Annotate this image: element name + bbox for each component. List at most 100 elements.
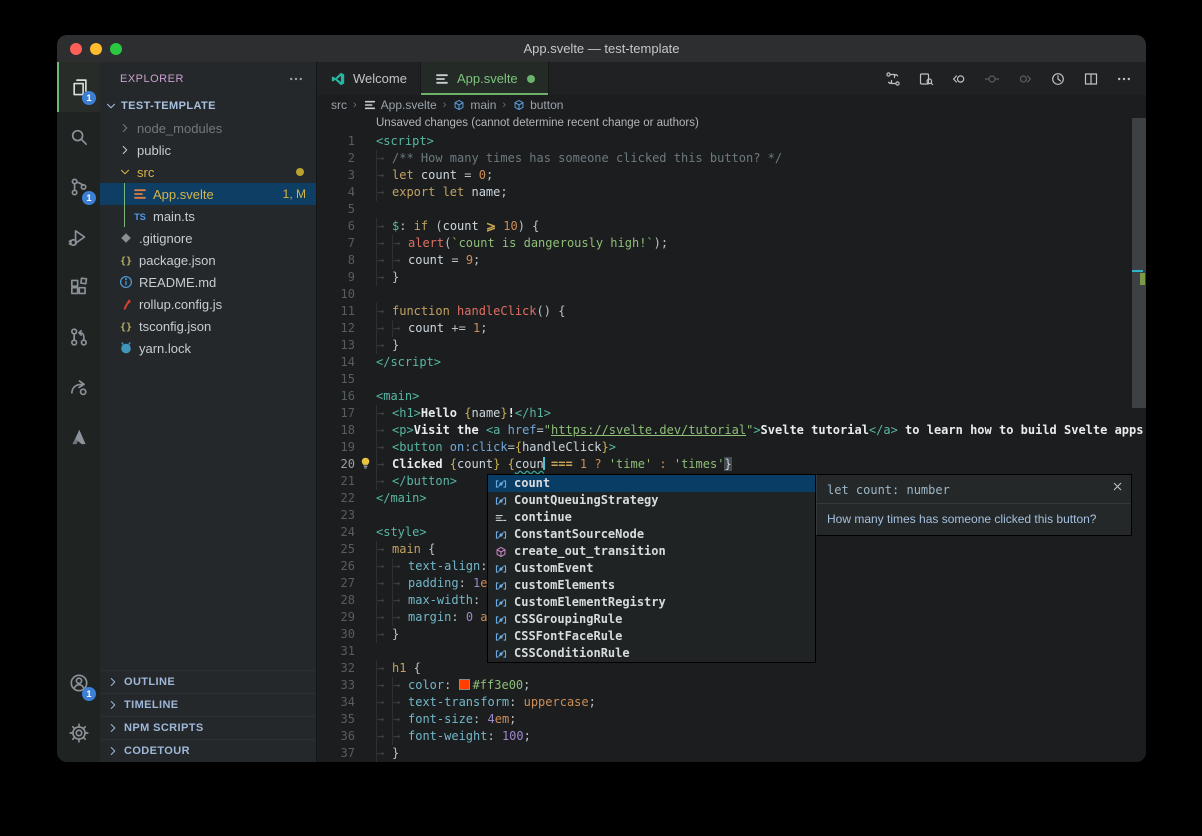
vscode-logo-icon: [330, 71, 346, 87]
activity-item-settings[interactable]: [57, 708, 100, 758]
tree-item-node-modules[interactable]: node_modules: [100, 117, 316, 139]
code-line-35[interactable]: 35→→font-size: 4em;: [317, 711, 1146, 728]
token: h1: [392, 661, 406, 675]
title-bar[interactable]: App.svelte — test-template: [57, 35, 1146, 62]
token: let: [392, 168, 421, 182]
scrollbar[interactable]: [1132, 115, 1146, 762]
sidebar-section-timeline[interactable]: TIMELINE: [100, 693, 316, 716]
sidebar-section-npm-scripts[interactable]: NPM SCRIPTS: [100, 716, 316, 739]
tree-item-main-ts[interactable]: TSmain.ts: [100, 205, 316, 227]
token: ;: [589, 695, 596, 709]
action-more-actions[interactable]: [1116, 71, 1132, 87]
code-line-14[interactable]: 14</script>: [317, 354, 1146, 371]
code-line-34[interactable]: 34→→text-transform: uppercase;: [317, 694, 1146, 711]
code-line-5[interactable]: 5: [317, 201, 1146, 218]
code-line-17[interactable]: 17→<h1>Hello {name}!</h1>: [317, 405, 1146, 422]
suggestion-countqueuingstrategy[interactable]: CountQueuingStrategy: [488, 492, 815, 509]
sidebar-section-codetour[interactable]: CODETOUR: [100, 739, 316, 762]
tree-item-src[interactable]: src: [100, 161, 316, 183]
code-line-3[interactable]: 3→let count = 0;: [317, 167, 1146, 184]
activity-item-live-share[interactable]: [57, 362, 100, 412]
code-line-36[interactable]: 36→→font-weight: 100;: [317, 728, 1146, 745]
activity-item-run-debug[interactable]: [57, 212, 100, 262]
code-line-13[interactable]: 13→}: [317, 337, 1146, 354]
suggestion-constantsourcenode[interactable]: ConstantSourceNode: [488, 526, 815, 543]
code-line-7[interactable]: 7→→alert(`count is dangerously high!`);: [317, 235, 1146, 252]
chevron-right-icon: [118, 121, 132, 135]
code-line-2[interactable]: 2→/** How many times has someone clicked…: [317, 150, 1146, 167]
tree-item-package-json[interactable]: {}package.json: [100, 249, 316, 271]
tree-item-rollup-config-js[interactable]: rollup.config.js: [100, 293, 316, 315]
action-navigate-back[interactable]: [951, 71, 967, 87]
suggestion-create_out_transition[interactable]: create_out_transition: [488, 543, 815, 560]
code-line-1[interactable]: 1<script>: [317, 133, 1146, 150]
file-label: README.md: [139, 275, 316, 290]
suggestion-cssgroupingrule[interactable]: CSSGroupingRule: [488, 611, 815, 628]
tree-item-app-svelte[interactable]: App.svelte1, M: [100, 183, 316, 205]
suggestion-count[interactable]: count: [488, 475, 815, 492]
tree-item-public[interactable]: public: [100, 139, 316, 161]
breadcrumb-item-app-svelte[interactable]: App.svelte: [363, 98, 437, 112]
tab-welcome[interactable]: Welcome: [317, 62, 421, 95]
breadcrumb-item-button[interactable]: button: [512, 98, 563, 112]
color-swatch[interactable]: [459, 679, 470, 690]
breadcrumb-item-src[interactable]: src: [331, 98, 347, 112]
action-navigate-previous[interactable]: [984, 71, 1000, 87]
line-number: 28: [317, 592, 355, 609]
breadcrumb-item-main[interactable]: main: [452, 98, 496, 112]
activity-item-explorer[interactable]: 1: [57, 62, 100, 112]
suggestion-cssconditionrule[interactable]: CSSConditionRule: [488, 645, 815, 662]
sidebar-section-outline[interactable]: OUTLINE: [100, 670, 316, 693]
code-line-18[interactable]: 18→<p>Visit the <a href="https://svelte.…: [317, 422, 1146, 439]
code-line-6[interactable]: 6→$: if (count ⩾ 10) {: [317, 218, 1146, 235]
suggestion-cssfontfacerule[interactable]: CSSFontFaceRule: [488, 628, 815, 645]
code-line-15[interactable]: 15: [317, 371, 1146, 388]
code-line-10[interactable]: 10: [317, 286, 1146, 303]
tab-app-svelte[interactable]: App.svelte: [421, 62, 549, 95]
code-line-19[interactable]: 19→<button on:click={handleClick}>: [317, 439, 1146, 456]
explorer-more-actions-icon[interactable]: [288, 71, 304, 87]
code-line-33[interactable]: 33→→color: #ff3e00;: [317, 677, 1146, 694]
code-line-37[interactable]: 37→}: [317, 745, 1146, 762]
suggestion-customelementregistry[interactable]: CustomElementRegistry: [488, 594, 815, 611]
navigate-previous-icon: [984, 71, 1000, 87]
tree-item-readme-md[interactable]: README.md: [100, 271, 316, 293]
code-line-16[interactable]: 16<main>: [317, 388, 1146, 405]
tree-item-tsconfig-json[interactable]: {}tsconfig.json: [100, 315, 316, 337]
line-number: 37: [317, 745, 355, 762]
scrollbar-slider[interactable]: [1132, 118, 1146, 408]
action-run-recent[interactable]: [1050, 71, 1066, 87]
code-line-8[interactable]: 8→→count = 9;: [317, 252, 1146, 269]
token: <script>: [376, 134, 434, 148]
symbol-variable-icon: [494, 596, 508, 610]
dirty-indicator[interactable]: [527, 75, 535, 83]
action-compare-changes[interactable]: [885, 71, 901, 87]
code-line-4[interactable]: 4→export let name;: [317, 184, 1146, 201]
activity-item-search[interactable]: [57, 112, 100, 162]
action-open-preview[interactable]: [918, 71, 934, 87]
token: :: [652, 457, 674, 471]
activity-item-github-pr[interactable]: [57, 312, 100, 362]
lightbulb-icon[interactable]: [358, 456, 373, 471]
activity-item-azure[interactable]: [57, 412, 100, 462]
activity-item-source-control[interactable]: 1: [57, 162, 100, 212]
suggestion-customelements[interactable]: customElements: [488, 577, 815, 594]
action-split-editor[interactable]: [1083, 71, 1099, 87]
suggestion-continue[interactable]: continue: [488, 509, 815, 526]
code-line-12[interactable]: 12→→count += 1;: [317, 320, 1146, 337]
tree-root-folder[interactable]: TEST-TEMPLATE: [100, 95, 316, 117]
close-icon[interactable]: [1111, 480, 1124, 493]
tree-item--gitignore[interactable]: .gitignore: [100, 227, 316, 249]
tree-item-yarn-lock[interactable]: yarn.lock: [100, 337, 316, 359]
code-line-9[interactable]: 9→}: [317, 269, 1146, 286]
code-editor[interactable]: Unsaved changes (cannot determine recent…: [317, 115, 1146, 762]
activity-item-accounts[interactable]: 1: [57, 658, 100, 708]
tabs: WelcomeApp.svelte: [317, 62, 549, 95]
token: /** How many times has someone clicked t…: [392, 151, 782, 165]
action-navigate-forward[interactable]: [1017, 71, 1033, 87]
code-line-20[interactable]: 20→Clicked {count} {coun === 1 ? 'time' …: [317, 456, 1146, 473]
activity-item-extensions[interactable]: [57, 262, 100, 312]
token: on:click: [450, 440, 508, 454]
code-line-11[interactable]: 11→function handleClick() {: [317, 303, 1146, 320]
suggestion-customevent[interactable]: CustomEvent: [488, 560, 815, 577]
